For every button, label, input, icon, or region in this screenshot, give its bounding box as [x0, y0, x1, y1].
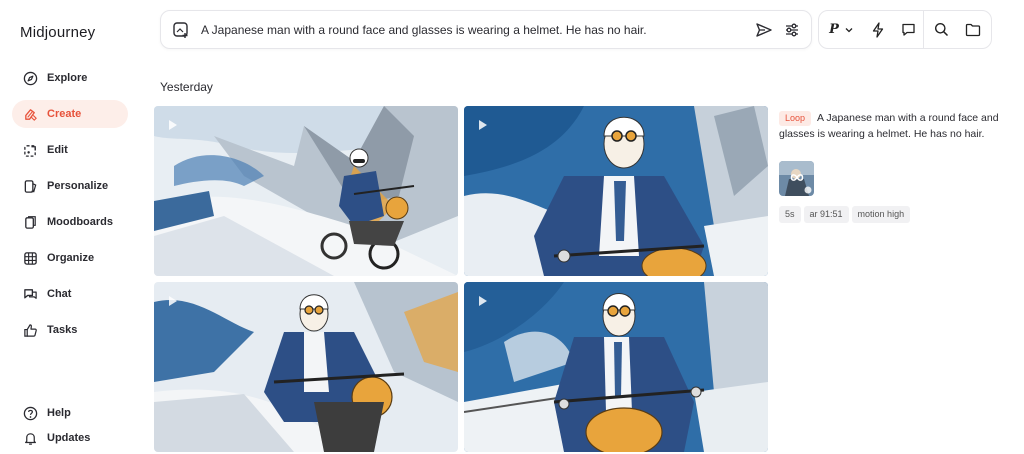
play-icon: [478, 294, 488, 312]
edit-icon: [22, 142, 38, 158]
reference-thumbnail[interactable]: [779, 161, 814, 196]
chat-button[interactable]: [893, 11, 923, 48]
sidebar-bottom-nav: Help Updates: [12, 402, 128, 452]
compass-icon: [22, 70, 38, 86]
loop-icon: [790, 173, 804, 182]
personalize-label: P: [829, 22, 839, 37]
sidebar-item-label: Updates: [47, 432, 91, 444]
detail-prompt-text[interactable]: A Japanese man with a round face and gla…: [779, 112, 999, 140]
brush-icon: [22, 106, 38, 122]
motion-chip[interactable]: motion high: [851, 206, 911, 223]
grid-icon: [22, 250, 38, 266]
video-tile[interactable]: [464, 282, 768, 452]
video-thumbnail: [464, 282, 768, 452]
folder-button[interactable]: [958, 11, 988, 48]
prompt-input[interactable]: A Japanese man with a round face and gla…: [201, 23, 647, 37]
sidebar-item-create[interactable]: Create: [12, 100, 128, 128]
sidebar-item-organize[interactable]: Organize: [12, 244, 128, 272]
sidebar-item-label: Tasks: [47, 324, 78, 336]
prompt-bar[interactable]: A Japanese man with a round face and gla…: [160, 10, 812, 49]
thumbs-up-icon: [22, 322, 38, 338]
chat-bubble-icon: [901, 22, 916, 37]
sidebar-item-chat[interactable]: Chat: [12, 280, 128, 308]
personalize-icon: [22, 178, 38, 194]
sidebar-item-personalize[interactable]: Personalize: [12, 172, 128, 200]
aspect-ratio-chip[interactable]: ar 91:51: [803, 206, 849, 223]
sidebar-item-label: Personalize: [47, 180, 109, 192]
speed-button[interactable]: [863, 11, 893, 48]
sidebar-item-tasks[interactable]: Tasks: [12, 316, 128, 344]
video-tile[interactable]: [464, 106, 768, 276]
sidebar-item-explore[interactable]: Explore: [12, 64, 128, 92]
parameter-chips: 5s ar 91:51 motion high: [779, 206, 913, 223]
video-thumbnail: [464, 106, 768, 276]
play-icon: [168, 294, 178, 312]
sidebar-item-label: Chat: [47, 288, 72, 300]
search-button[interactable]: [924, 11, 958, 48]
detail-panel: Loop A Japanese man with a round face and…: [779, 110, 999, 223]
folder-icon: [965, 23, 981, 37]
video-tile[interactable]: [154, 106, 458, 276]
toolbar-group: P: [818, 10, 992, 49]
sidebar-item-label: Create: [47, 108, 82, 120]
video-grid: [154, 106, 768, 452]
sidebar-item-help[interactable]: Help: [12, 402, 128, 424]
duration-chip[interactable]: 5s: [779, 206, 801, 223]
play-icon: [168, 118, 178, 136]
sidebar: Midjourney Explore Create Edit Personali…: [0, 0, 140, 454]
sidebar-item-label: Organize: [47, 252, 95, 264]
sidebar-nav: Explore Create Edit Personalize Moodboar…: [12, 64, 128, 352]
chevron-down-icon: [845, 27, 853, 33]
chat-icon: [22, 286, 38, 302]
detail-prompt: Loop A Japanese man with a round face and…: [779, 110, 999, 142]
play-icon: [478, 118, 488, 136]
video-thumbnail: [154, 106, 458, 276]
sidebar-item-label: Edit: [47, 144, 68, 156]
app-logo[interactable]: Midjourney: [20, 24, 95, 41]
search-icon: [934, 22, 949, 37]
expand-icon: [804, 186, 812, 194]
sidebar-item-moodboards[interactable]: Moodboards: [12, 208, 128, 236]
personalize-toggle[interactable]: P: [819, 11, 863, 48]
sidebar-item-label: Explore: [47, 72, 88, 84]
video-thumbnail: [154, 282, 458, 452]
settings-sliders-icon[interactable]: [784, 22, 800, 43]
bell-icon: [22, 430, 38, 446]
send-icon[interactable]: [755, 22, 773, 43]
sidebar-item-updates[interactable]: Updates: [12, 427, 128, 449]
loop-badge: Loop: [779, 111, 812, 126]
sidebar-item-label: Help: [47, 407, 71, 419]
moodboards-icon: [22, 214, 38, 230]
help-icon: [22, 405, 38, 421]
lightning-icon: [871, 21, 885, 38]
sidebar-item-edit[interactable]: Edit: [12, 136, 128, 164]
sidebar-item-label: Moodboards: [47, 216, 113, 228]
section-title: Yesterday: [160, 80, 213, 94]
video-tile[interactable]: [154, 282, 458, 452]
add-image-icon[interactable]: [172, 21, 190, 44]
